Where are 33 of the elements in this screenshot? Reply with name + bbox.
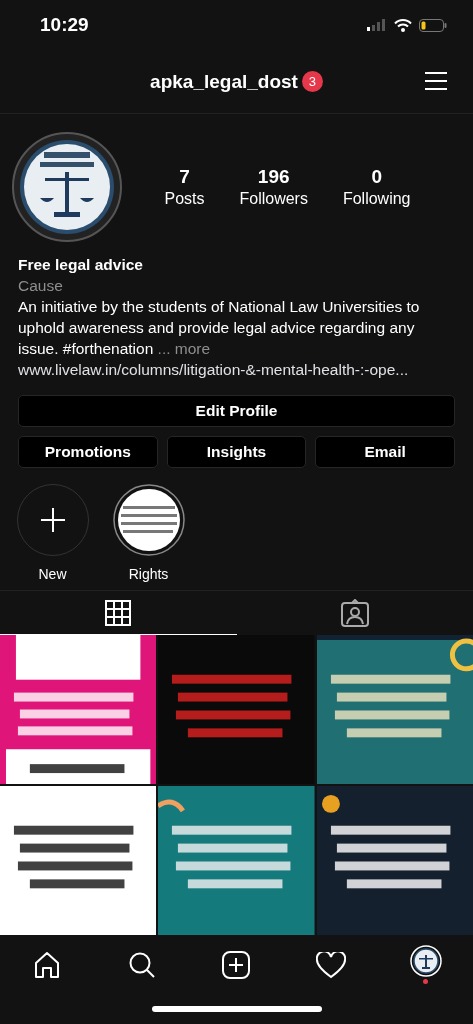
wifi-icon xyxy=(394,18,412,32)
more-link[interactable]: ... more xyxy=(157,340,211,357)
status-time: 10:29 xyxy=(40,14,89,36)
grid-icon xyxy=(105,599,132,626)
plus-icon xyxy=(39,507,66,533)
username-title[interactable]: apka_legal_dost xyxy=(150,70,298,93)
profile-action-button[interactable]: Promotions xyxy=(18,436,158,468)
highlight-label[interactable]: New xyxy=(38,566,67,582)
stat-count[interactable]: 7 xyxy=(179,166,190,188)
search-icon[interactable] xyxy=(127,951,156,979)
heart-icon[interactable] xyxy=(316,951,347,979)
menu-icon[interactable] xyxy=(424,71,448,91)
profile-name: Free legal advice xyxy=(18,255,144,275)
stat-label[interactable]: Followers xyxy=(239,190,308,208)
notification-badge: 3 xyxy=(301,71,323,92)
notification-dot xyxy=(423,979,429,984)
profile-avatar-icon[interactable] xyxy=(409,945,442,977)
highlight-label[interactable]: Rights xyxy=(128,566,169,582)
add-post-icon[interactable] xyxy=(222,951,251,979)
profile-action-button[interactable]: Email xyxy=(315,436,455,468)
signal-icon xyxy=(367,19,387,31)
stat-count[interactable]: 0 xyxy=(371,166,382,188)
stat-count[interactable]: 196 xyxy=(257,166,290,188)
profile-category: Cause xyxy=(18,276,64,296)
profile-action-button[interactable]: Insights xyxy=(166,436,307,468)
person-tag-icon xyxy=(340,598,369,627)
edit-profile-button[interactable]: Edit Profile xyxy=(18,395,455,427)
stat-label[interactable]: Following xyxy=(342,190,411,208)
battery-icon xyxy=(419,18,447,32)
bio-text: An initiative by the students of National Law Universities to uphold awareness and provide legal advice regarding any issue. #forthenation ... more xyxy=(18,297,421,359)
website-link[interactable]: www.livelaw.in/columns/litigation-&-mental-health-:-ope... xyxy=(18,359,455,380)
home-icon[interactable] xyxy=(33,951,62,979)
stat-label[interactable]: Posts xyxy=(164,190,205,208)
